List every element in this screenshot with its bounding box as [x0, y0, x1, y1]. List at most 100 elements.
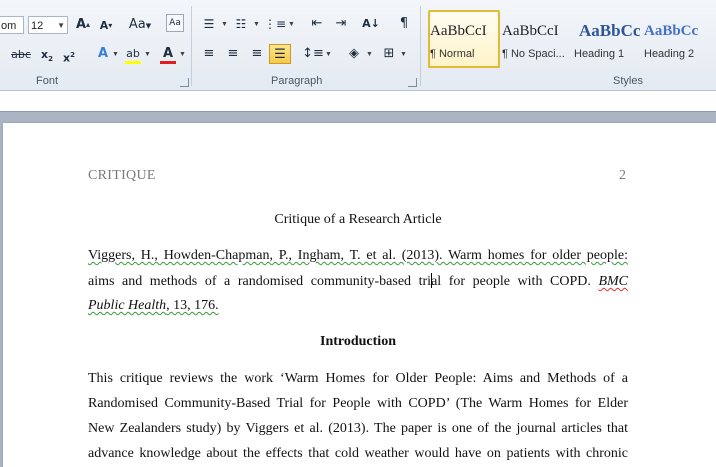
show-marks-button[interactable]: ¶: [393, 14, 415, 34]
justify-icon: ☰: [274, 47, 286, 62]
change-case-label: Aa: [128, 17, 146, 32]
line-spacing-icon: ↕≡: [302, 46, 324, 61]
style-name: ¶ No Spaci...: [502, 48, 565, 60]
decrease-indent-button[interactable]: ⇤: [306, 14, 328, 34]
bullets-button[interactable]: ☰: [198, 14, 220, 34]
reference-text: Viggers, H., Howden-Chapman, P., Ingham,…: [88, 248, 628, 263]
previous-page-bottom: [0, 91, 716, 112]
body-line: New Zealanders study) by Viggers et al. …: [88, 421, 628, 436]
highlight-icon: ab: [126, 47, 140, 60]
style-no-spacing-tile[interactable]: AaBbCcI ¶ No Spaci...: [502, 10, 574, 68]
style-normal-tile[interactable]: AaBbCcI ¶ Normal: [428, 10, 500, 68]
paint-bucket-icon: ◈: [349, 46, 359, 61]
font-size-value: 12: [31, 20, 44, 32]
font-color-bar: [160, 61, 176, 64]
journal-name: Public Health: [88, 298, 167, 313]
font-dialog-launcher-icon[interactable]: [180, 78, 189, 87]
font-group-label: Font: [36, 75, 59, 87]
borders-icon: ⊞: [383, 46, 395, 61]
style-sample: AaBbCc: [579, 21, 641, 40]
running-header: CRITIQUE: [88, 168, 156, 183]
text-effects-button[interactable]: A: [92, 44, 114, 64]
font-color-button[interactable]: A: [157, 44, 179, 64]
separator: [420, 6, 421, 86]
reference-text: aims and methods of a randomised communi…: [88, 274, 432, 289]
style-name: Heading 2: [644, 48, 695, 60]
font-name-combo[interactable]: om: [0, 16, 24, 34]
chevron-down-icon: ▼: [253, 21, 260, 28]
align-left-button[interactable]: ≡: [198, 44, 220, 64]
chevron-down-icon: ▼: [366, 51, 373, 58]
decrease-indent-icon: ⇤: [311, 16, 323, 31]
ribbon: om 12 ▼ A▴ A▾ Aa▼ Aa abc x2 x2 A ▼ ab ▼ …: [0, 0, 716, 91]
style-sample: AaBbCc: [644, 23, 699, 39]
bullets-icon: ☰: [203, 17, 215, 31]
highlight-color-bar: [125, 61, 141, 64]
body-line: advance knowledge about the effects that…: [88, 446, 628, 461]
shading-button[interactable]: ◈: [343, 44, 365, 64]
superscript-button[interactable]: x2: [58, 45, 80, 65]
numbering-icon: ☷: [235, 17, 247, 31]
borders-button[interactable]: ⊞: [378, 44, 400, 64]
reference-line-3: Public Health, 13, 176.: [88, 298, 628, 314]
sort-button[interactable]: A↓: [360, 14, 382, 34]
increase-indent-icon: ⇥: [335, 16, 347, 31]
chevron-down-icon: ▼: [144, 51, 151, 58]
align-center-icon: ≡: [227, 46, 239, 61]
strikethrough-label: abc: [11, 48, 31, 61]
style-name: ¶ Normal: [430, 48, 475, 60]
clear-formatting-button[interactable]: Aa: [166, 14, 184, 32]
reference-text: al for people with COPD.: [431, 274, 599, 289]
chevron-down-icon: ▼: [221, 21, 228, 28]
reference-line-1: Viggers, H., Howden-Chapman, P., Ingham,…: [88, 248, 628, 264]
chevron-down-icon: ▼: [288, 21, 295, 28]
align-left-icon: ≡: [203, 46, 215, 61]
intro-heading: Introduction: [320, 334, 396, 349]
journal-name: BMC: [598, 274, 628, 289]
font-color-icon: A: [162, 46, 174, 61]
multilevel-list-button[interactable]: ⋮≡: [264, 14, 286, 34]
chevron-down-icon: ▼: [57, 21, 65, 30]
chevron-down-icon: ▼: [112, 51, 119, 58]
style-heading1-tile[interactable]: AaBbCc Heading 1: [574, 10, 644, 68]
grow-font-icon: A: [75, 17, 87, 32]
increase-indent-button[interactable]: ⇥: [330, 14, 352, 34]
change-case-button[interactable]: Aa▼: [127, 15, 153, 35]
style-name: Heading 1: [574, 48, 625, 60]
chevron-down-icon: ▼: [325, 51, 332, 58]
body-line: This critique reviews the work ‘Warm Hom…: [88, 371, 628, 386]
align-right-icon: ≡: [251, 46, 263, 61]
sort-icon: A↓: [362, 17, 380, 30]
separator: [191, 6, 192, 86]
align-center-button[interactable]: ≡: [222, 44, 244, 64]
align-right-button[interactable]: ≡: [246, 44, 268, 64]
multilevel-list-icon: ⋮≡: [264, 17, 287, 31]
reference-line-2: aims and methods of a randomised communi…: [88, 273, 628, 290]
text-effects-icon: A: [97, 46, 109, 61]
justify-button[interactable]: ☰: [269, 44, 291, 64]
shrink-font-icon: A: [99, 19, 109, 32]
reference-text: , 13, 176.: [166, 298, 219, 313]
styles-group-label: Styles: [613, 75, 643, 87]
body-line: Randomised Community-Based Trial for Peo…: [88, 396, 628, 411]
paragraph-group-label: Paragraph: [271, 75, 323, 87]
subscript-button[interactable]: x2: [36, 45, 58, 65]
style-sample: AaBbCcI: [502, 23, 559, 39]
paragraph-dialog-launcher-icon[interactable]: [408, 78, 417, 87]
page-number: 2: [619, 168, 626, 183]
document-title: Critique of a Research Article: [274, 212, 442, 227]
font-name-value: om: [1, 20, 17, 32]
chevron-down-icon: ▼: [400, 51, 407, 58]
strikethrough-button[interactable]: abc: [10, 45, 32, 65]
chevron-down-icon: ▼: [179, 51, 186, 58]
numbering-button[interactable]: ☷: [230, 14, 252, 34]
style-sample: AaBbCcI: [430, 23, 487, 39]
highlight-button[interactable]: ab: [122, 44, 144, 64]
grow-font-button[interactable]: A▴: [72, 15, 94, 35]
pilcrow-icon: ¶: [399, 16, 409, 31]
line-spacing-button[interactable]: ↕≡: [302, 44, 324, 64]
font-size-combo[interactable]: 12 ▼: [28, 16, 68, 34]
shrink-font-button[interactable]: A▾: [95, 16, 117, 36]
clear-formatting-icon: Aa: [169, 18, 181, 28]
style-heading2-tile[interactable]: AaBbCc Heading 2: [644, 10, 716, 68]
